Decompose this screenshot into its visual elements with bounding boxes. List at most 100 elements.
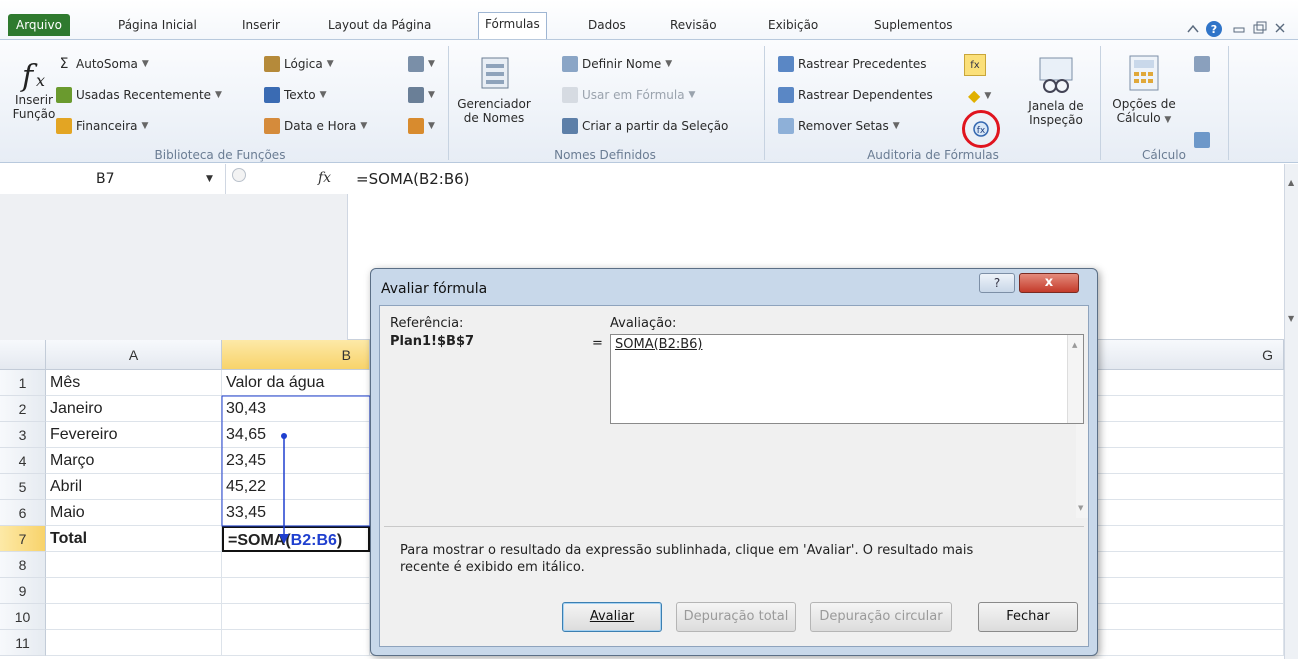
cell-a[interactable] xyxy=(46,604,222,630)
cell-a[interactable]: Março xyxy=(46,448,222,474)
dropdown-arrow-icon: ▼ xyxy=(1164,115,1172,125)
cell-b[interactable] xyxy=(222,604,370,630)
math-button[interactable]: ▼ xyxy=(408,87,435,103)
cell-b[interactable] xyxy=(222,552,370,578)
row-header[interactable]: 4 xyxy=(0,448,46,474)
cell-a[interactable] xyxy=(46,578,222,604)
sigma-icon: Σ xyxy=(59,56,69,72)
chevron-down-icon[interactable]: ▼ xyxy=(206,164,213,194)
trace-dependents-button[interactable]: Rastrear Dependentes xyxy=(778,87,933,103)
cell-b[interactable]: 30,43 xyxy=(222,396,370,422)
row-header[interactable]: 3 xyxy=(0,422,46,448)
tab-suplementos[interactable]: Suplementos xyxy=(868,14,959,36)
step-out-button[interactable]: Depuração circular xyxy=(810,602,952,632)
insert-function-button[interactable]: fx Inserir Função xyxy=(10,54,58,121)
tab-revisao[interactable]: Revisão xyxy=(664,14,723,36)
dialog-help-button[interactable]: ? xyxy=(979,273,1015,293)
vertical-scrollbar[interactable] xyxy=(1284,340,1298,659)
remove-arrows-button[interactable]: Remover Setas ▼ xyxy=(778,118,900,134)
formula-input[interactable]: =SOMA(B2:B6) xyxy=(356,170,470,188)
error-checking-button[interactable]: ◆ ▼ xyxy=(968,86,991,105)
cell-b[interactable] xyxy=(222,630,370,656)
cell-b[interactable]: Valor da água xyxy=(222,370,370,396)
select-all-corner[interactable] xyxy=(0,340,46,370)
lookup-book-icon xyxy=(408,56,424,72)
chevron-up-icon[interactable]: ▲ xyxy=(1288,178,1294,187)
insert-function-icon[interactable]: fx xyxy=(318,170,331,186)
row-header[interactable]: 9 xyxy=(0,578,46,604)
more-functions-button[interactable]: ▼ xyxy=(408,118,435,134)
cell-b[interactable]: 33,45 xyxy=(222,500,370,526)
chevron-down-icon[interactable]: ▼ xyxy=(1288,314,1294,323)
define-name-icon xyxy=(562,56,578,72)
chevron-up-icon[interactable]: ▲ xyxy=(1072,341,1077,349)
define-name-button[interactable]: Definir Nome ▼ xyxy=(562,56,672,72)
text-button[interactable]: Texto ▼ xyxy=(264,87,327,103)
row-header[interactable]: 2 xyxy=(0,396,46,422)
svg-text:?: ? xyxy=(1211,23,1217,36)
formula-bar-scrollbar[interactable]: ▲ ▼ xyxy=(1284,164,1298,340)
calculation-options-button[interactable]: Opções de Cálculo ▼ xyxy=(1106,52,1182,127)
dropdown-arrow-icon: ▼ xyxy=(688,90,696,100)
cancel-icon[interactable] xyxy=(232,168,246,182)
row-header[interactable]: 11 xyxy=(0,630,46,656)
cell-a[interactable]: Fevereiro xyxy=(46,422,222,448)
more-functions-icon xyxy=(408,118,424,134)
tab-layout-da-pagina[interactable]: Layout da Página xyxy=(322,14,437,36)
lookup-button[interactable]: ▼ xyxy=(408,56,435,72)
close-button[interactable]: Fechar xyxy=(978,602,1078,632)
cell-a[interactable]: Maio xyxy=(46,500,222,526)
chevron-down-icon[interactable]: ▼ xyxy=(1078,504,1083,512)
row-header[interactable]: 8 xyxy=(0,552,46,578)
cell-a[interactable] xyxy=(46,630,222,656)
cell-a[interactable] xyxy=(46,552,222,578)
evaluate-button[interactable]: Avaliar xyxy=(562,602,662,632)
autosum-button[interactable]: Σ AutoSoma ▼ xyxy=(56,56,149,72)
cell-b[interactable]: 23,45 xyxy=(222,448,370,474)
name-manager-button[interactable]: Gerenciador de Nomes xyxy=(452,52,536,125)
cell-a[interactable]: Mês xyxy=(46,370,222,396)
cell-a[interactable]: Abril xyxy=(46,474,222,500)
cell-b[interactable]: =SOMA(B2:B6) xyxy=(222,526,370,552)
row-header[interactable]: 6 xyxy=(0,500,46,526)
tab-inserir[interactable]: Inserir xyxy=(236,14,286,36)
column-header-g[interactable]: G xyxy=(1098,340,1284,370)
create-from-selection-button[interactable]: Criar a partir da Seleção xyxy=(562,118,728,134)
dialog-close-button[interactable]: x xyxy=(1019,273,1079,293)
cell-b[interactable] xyxy=(222,578,370,604)
use-in-formula-button[interactable]: Usar em Fórmula ▼ xyxy=(562,87,695,103)
define-name-label: Definir Nome xyxy=(582,57,662,71)
logical-button[interactable]: Lógica ▼ xyxy=(264,56,334,72)
calculate-sheet-button[interactable] xyxy=(1194,132,1210,148)
row-header[interactable]: 5 xyxy=(0,474,46,500)
financial-button[interactable]: Financeira ▼ xyxy=(56,118,148,134)
evaluate-formula-dialog: Avaliar fórmula ? x Referência: Plan1!$B… xyxy=(370,268,1098,656)
evaluation-scrollbar[interactable]: ▲ xyxy=(1067,335,1083,423)
column-header-a[interactable]: A xyxy=(46,340,222,370)
cell-b[interactable]: 34,65 xyxy=(222,422,370,448)
tab-pagina-inicial[interactable]: Página Inicial xyxy=(112,14,203,36)
watch-window-button[interactable]: Janela de Inspeção xyxy=(1020,54,1092,127)
row-header[interactable]: 7 xyxy=(0,526,46,552)
column-header-b[interactable]: B xyxy=(222,340,370,370)
cell-b[interactable]: 45,22 xyxy=(222,474,370,500)
cell-a[interactable]: Janeiro xyxy=(46,396,222,422)
tab-dados[interactable]: Dados xyxy=(582,14,632,36)
trace-precedents-button[interactable]: Rastrear Precedentes xyxy=(778,56,927,72)
row-header[interactable]: 1 xyxy=(0,370,46,396)
evaluation-box[interactable]: SOMA(B2:B6) ▲ xyxy=(610,334,1084,424)
tab-arquivo[interactable]: Arquivo xyxy=(8,14,70,36)
evaluation-scrollbar-track[interactable]: ▼ xyxy=(1076,424,1088,518)
calculate-now-button[interactable] xyxy=(1194,56,1210,72)
window-controls: ? xyxy=(1187,21,1285,37)
step-in-button[interactable]: Depuração total xyxy=(676,602,796,632)
tab-formulas[interactable]: Fórmulas xyxy=(478,12,547,39)
cell-a[interactable]: Total xyxy=(46,526,222,552)
datetime-button[interactable]: Data e Hora ▼ xyxy=(264,118,367,134)
evaluate-formula-button[interactable]: fx xyxy=(971,119,991,139)
recently-used-button[interactable]: Usadas Recentemente ▼ xyxy=(56,87,222,103)
tab-exibicao[interactable]: Exibição xyxy=(762,14,824,36)
show-formulas-button[interactable]: fx xyxy=(964,54,986,76)
row-header[interactable]: 10 xyxy=(0,604,46,630)
name-box[interactable]: B7 ▼ xyxy=(0,164,226,194)
